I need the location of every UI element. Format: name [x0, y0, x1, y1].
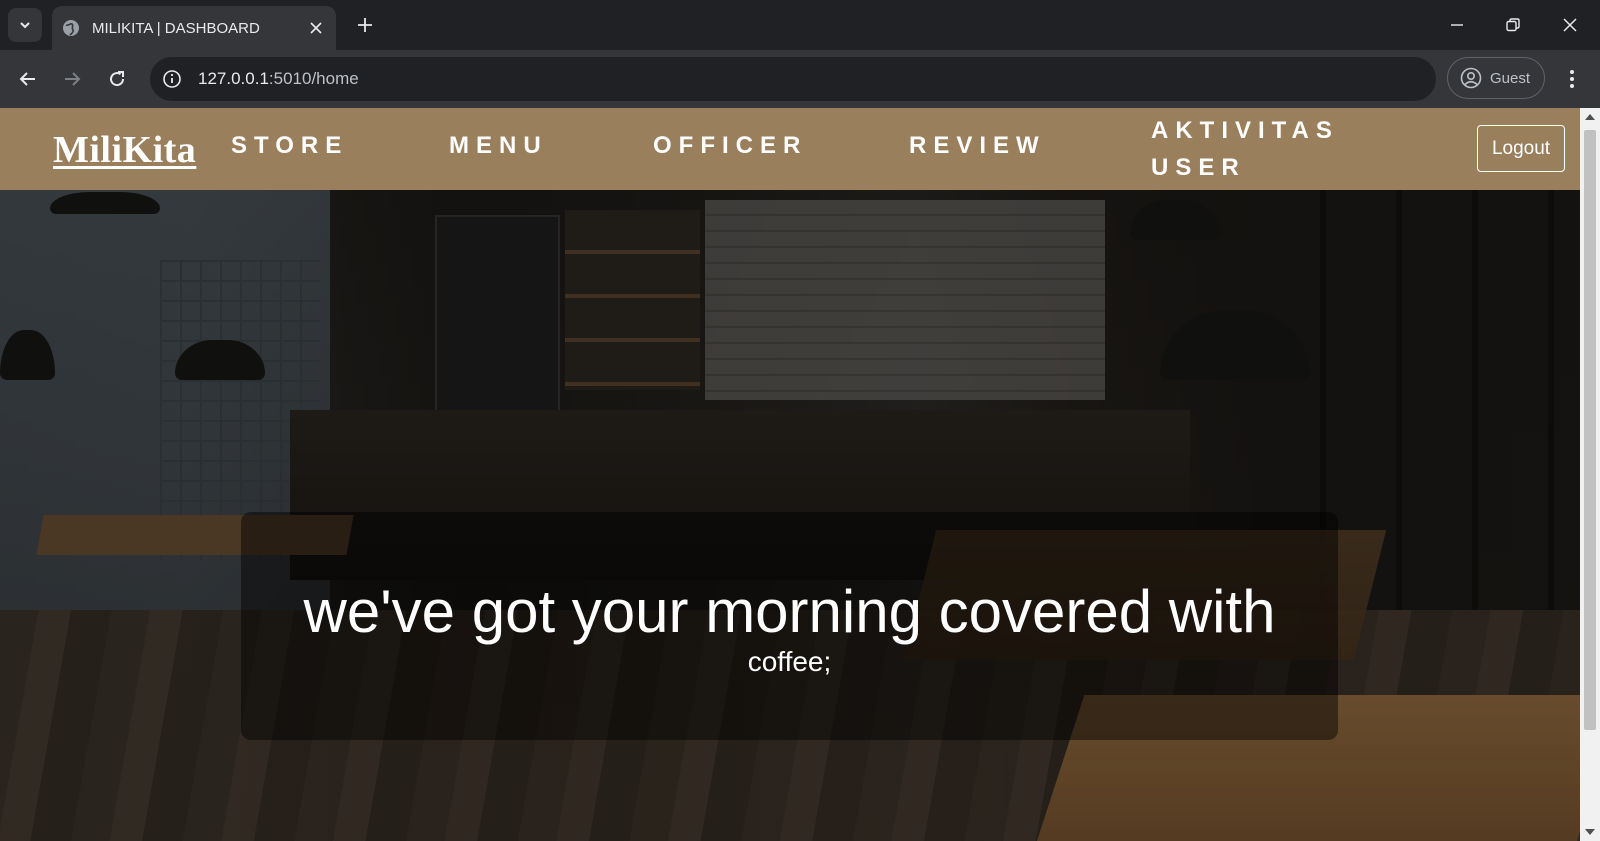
close-icon — [1563, 18, 1577, 32]
logout-button[interactable]: Logout — [1477, 125, 1565, 172]
tab-title: MILIKITA | DASHBOARD — [92, 19, 260, 37]
url-path: :5010/home — [268, 69, 359, 88]
close-tab-icon[interactable] — [306, 18, 326, 38]
nav-link-aktivitas-line1: AKTIVITAS — [1151, 117, 1339, 144]
hero-caption-box: we've got your morning covered with coff… — [241, 512, 1338, 740]
nav-link-review[interactable]: REVIEW — [909, 132, 1046, 160]
restore-button[interactable] — [1493, 8, 1533, 42]
back-button[interactable] — [12, 63, 44, 95]
profile-icon — [1460, 67, 1482, 89]
minimize-button[interactable] — [1437, 8, 1477, 42]
nav-link-menu[interactable]: MENU — [449, 132, 548, 160]
hero-banner: we've got your morning covered with coff… — [0, 190, 1580, 841]
brand-logo[interactable]: MiliKita — [53, 128, 196, 172]
hero-headline: we've got your morning covered with — [303, 578, 1276, 645]
arrow-right-icon — [65, 72, 81, 86]
site-info-icon[interactable] — [162, 69, 182, 89]
profile-button[interactable]: Guest — [1447, 57, 1545, 99]
address-bar[interactable]: 127.0.0.1:5010/home — [150, 57, 1436, 101]
tab-search-button[interactable] — [8, 8, 42, 42]
nav-link-aktivitas-user[interactable]: AKTIVITAS USER — [1151, 112, 1339, 186]
globe-icon — [63, 20, 79, 36]
browser-menu-button[interactable] — [1560, 64, 1584, 94]
site-navbar: MiliKita STORE MENU OFFICER REVIEW AKTIV… — [0, 108, 1580, 190]
reload-button[interactable] — [101, 63, 133, 95]
scroll-up-icon[interactable] — [1585, 114, 1595, 120]
reload-icon — [110, 71, 125, 87]
arrow-left-icon — [19, 72, 35, 86]
browser-toolbar: 127.0.0.1:5010/home Guest — [0, 50, 1600, 108]
nav-link-aktivitas-line2: USER — [1151, 154, 1246, 181]
new-tab-button[interactable] — [352, 12, 378, 38]
close-window-button[interactable] — [1550, 8, 1590, 42]
page-viewport: MiliKita STORE MENU OFFICER REVIEW AKTIV… — [0, 108, 1580, 841]
more-vertical-icon — [1570, 70, 1574, 88]
scroll-down-icon[interactable] — [1585, 829, 1595, 835]
plus-icon — [358, 18, 372, 32]
nav-link-store[interactable]: STORE — [231, 132, 348, 160]
scrollbar-thumb[interactable] — [1584, 130, 1596, 730]
profile-label: Guest — [1490, 69, 1531, 87]
nav-link-officer[interactable]: OFFICER — [653, 132, 807, 160]
minimize-icon — [1451, 24, 1463, 26]
url-text: 127.0.0.1:5010/home — [198, 69, 359, 89]
restore-icon — [1506, 18, 1520, 32]
chevron-down-icon — [20, 22, 30, 29]
browser-tab-strip: MILIKITA | DASHBOARD — [0, 0, 1600, 50]
page-scrollbar[interactable] — [1580, 108, 1600, 841]
forward-button[interactable] — [56, 63, 88, 95]
browser-tab-active[interactable]: MILIKITA | DASHBOARD — [52, 6, 336, 50]
url-host: 127.0.0.1 — [198, 69, 269, 88]
hero-subline: coffee; — [747, 646, 832, 677]
